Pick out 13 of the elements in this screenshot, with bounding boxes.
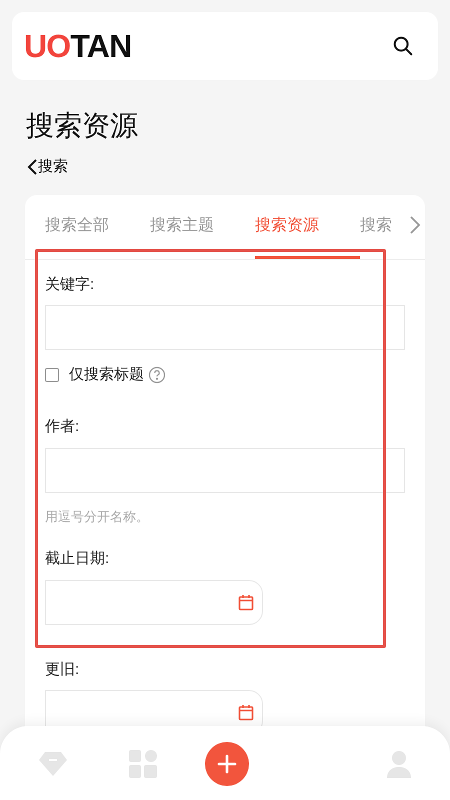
- tab[interactable]: 搜索主题: [150, 214, 255, 258]
- field-label: 关键字:: [45, 274, 96, 294]
- field-label: 更旧:: [45, 660, 80, 680]
- logo[interactable]: UOTAN: [24, 30, 132, 62]
- tab[interactable]: 搜索全部: [45, 214, 150, 258]
- back-link[interactable]: 搜索: [26, 156, 68, 178]
- hint-text: 用逗号分开名称。: [45, 508, 150, 526]
- tab[interactable]: 搜索: [360, 214, 425, 258]
- field-label: 截止日期:: [45, 549, 110, 569]
- page-title: 搜索资源: [26, 112, 139, 140]
- checkbox-label[interactable]: 仅搜索标题: [69, 364, 144, 386]
- field-label: 作者:: [45, 417, 80, 437]
- tab[interactable]: 搜索资源: [255, 214, 360, 258]
